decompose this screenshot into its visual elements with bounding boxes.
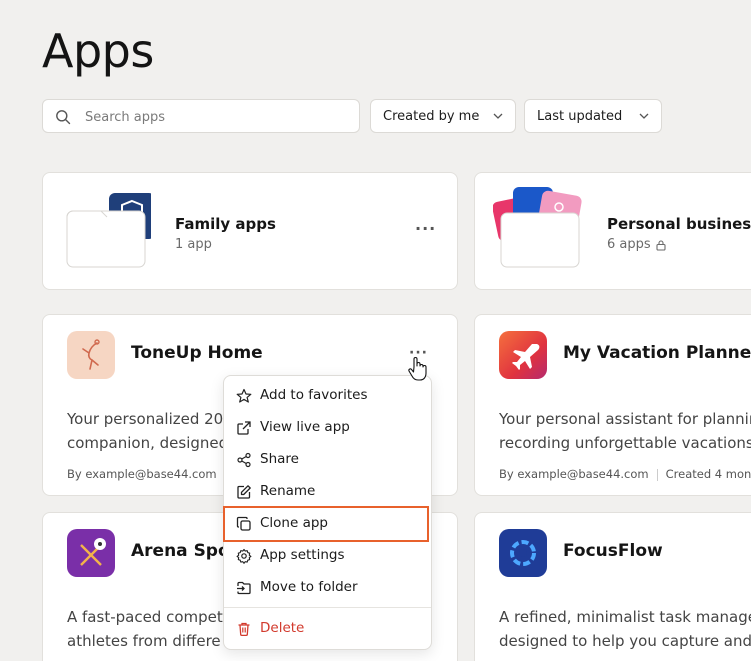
folder-meta: 1 app xyxy=(175,237,212,252)
trash-icon xyxy=(238,622,250,637)
app-created: Created 4 month xyxy=(665,467,751,481)
menu-item-move-to-folder[interactable]: Move to folder xyxy=(224,572,431,604)
app-name: ToneUp Home xyxy=(131,343,263,363)
app-description: Your personal assistant for plannin reco… xyxy=(499,407,751,455)
apps-page: Apps Created by me Last updated Family a… xyxy=(0,0,751,661)
external-link-icon xyxy=(237,421,251,435)
app-icon xyxy=(499,529,547,577)
created-by-filter-label: Created by me xyxy=(383,108,480,124)
sports-icon xyxy=(80,538,106,566)
copy-icon xyxy=(236,516,251,531)
app-name: My Vacation Planner xyxy=(563,343,751,363)
folder-title: Family apps xyxy=(175,215,276,233)
menu-item-label: Move to folder xyxy=(260,579,358,595)
menu-item-delete[interactable]: Delete xyxy=(224,613,431,645)
app-name: Arena Spor xyxy=(131,541,239,561)
airplane-icon xyxy=(512,344,540,370)
hand-cursor-icon xyxy=(408,357,427,381)
menu-item-app-settings[interactable]: App settings xyxy=(224,540,431,572)
folder-title: Personal business xyxy=(607,215,751,233)
app-description-line: recording unforgettable vacations xyxy=(499,434,751,452)
menu-item-add-to-favorites[interactable]: Add to favorites xyxy=(224,380,431,412)
yoga-icon xyxy=(82,339,100,370)
menu-divider xyxy=(224,607,431,608)
created-by-filter[interactable]: Created by me xyxy=(370,99,516,133)
app-icon xyxy=(67,331,115,379)
lock-icon xyxy=(656,239,666,251)
folder-card[interactable]: Family apps 1 app ··· xyxy=(42,172,458,290)
app-description-line: designed to help you capture and xyxy=(499,632,751,650)
page-title: Apps xyxy=(42,24,154,78)
chevron-down-icon xyxy=(493,113,503,119)
folder-app-count: 1 app xyxy=(175,237,212,252)
folder-app-count: 6 apps xyxy=(607,237,651,252)
app-author: By example@base44.com xyxy=(499,467,649,481)
sort-filter[interactable]: Last updated xyxy=(524,99,662,133)
folder-meta: 6 apps xyxy=(607,237,667,252)
app-context-menu: Add to favorites View live app Share Ren… xyxy=(223,375,432,650)
app-description: A refined, minimalist task manager desig… xyxy=(499,605,751,653)
menu-item-label: View live app xyxy=(260,419,350,435)
menu-item-label: Share xyxy=(260,451,299,467)
menu-item-view-live-app[interactable]: View live app xyxy=(224,412,431,444)
sort-filter-label: Last updated xyxy=(537,108,623,124)
search-box[interactable] xyxy=(42,99,360,134)
menu-item-label: Clone app xyxy=(260,515,329,531)
search-icon xyxy=(56,110,71,125)
menu-item-label: Add to favorites xyxy=(260,387,368,403)
gear-icon xyxy=(236,548,252,564)
share-icon xyxy=(237,452,251,468)
star-icon xyxy=(236,388,252,403)
folder-move-icon xyxy=(237,581,251,595)
app-card[interactable]: My Vacation Planner Your personal assist… xyxy=(474,314,751,496)
menu-item-share[interactable]: Share xyxy=(224,444,431,476)
edit-icon xyxy=(237,485,251,499)
app-icon xyxy=(499,331,547,379)
search-input[interactable] xyxy=(83,100,357,134)
aperture-icon xyxy=(510,540,536,566)
app-meta: By example@base44.com Created 4 month xyxy=(499,467,751,481)
app-description-line: A refined, minimalist task manager xyxy=(499,608,751,626)
app-card[interactable]: FocusFlow A refined, minimalist task man… xyxy=(474,512,751,661)
menu-item-label: App settings xyxy=(260,547,345,563)
menu-item-label: Delete xyxy=(260,620,305,636)
app-icon xyxy=(67,529,115,577)
chevron-down-icon xyxy=(639,113,649,119)
more-options-button[interactable]: ··· xyxy=(415,219,436,238)
folder-card[interactable]: Personal business 6 apps xyxy=(474,172,751,290)
folder-icon xyxy=(66,193,151,268)
menu-item-rename[interactable]: Rename xyxy=(224,476,431,508)
menu-item-clone-app[interactable]: Clone app xyxy=(224,508,431,540)
app-author: By example@base44.com xyxy=(67,467,217,481)
menu-item-label: Rename xyxy=(260,483,316,499)
folder-icon xyxy=(493,187,582,268)
app-meta: By example@base44.com xyxy=(67,467,217,481)
app-name: FocusFlow xyxy=(563,541,663,561)
app-description-line: Your personal assistant for plannin xyxy=(499,410,751,428)
